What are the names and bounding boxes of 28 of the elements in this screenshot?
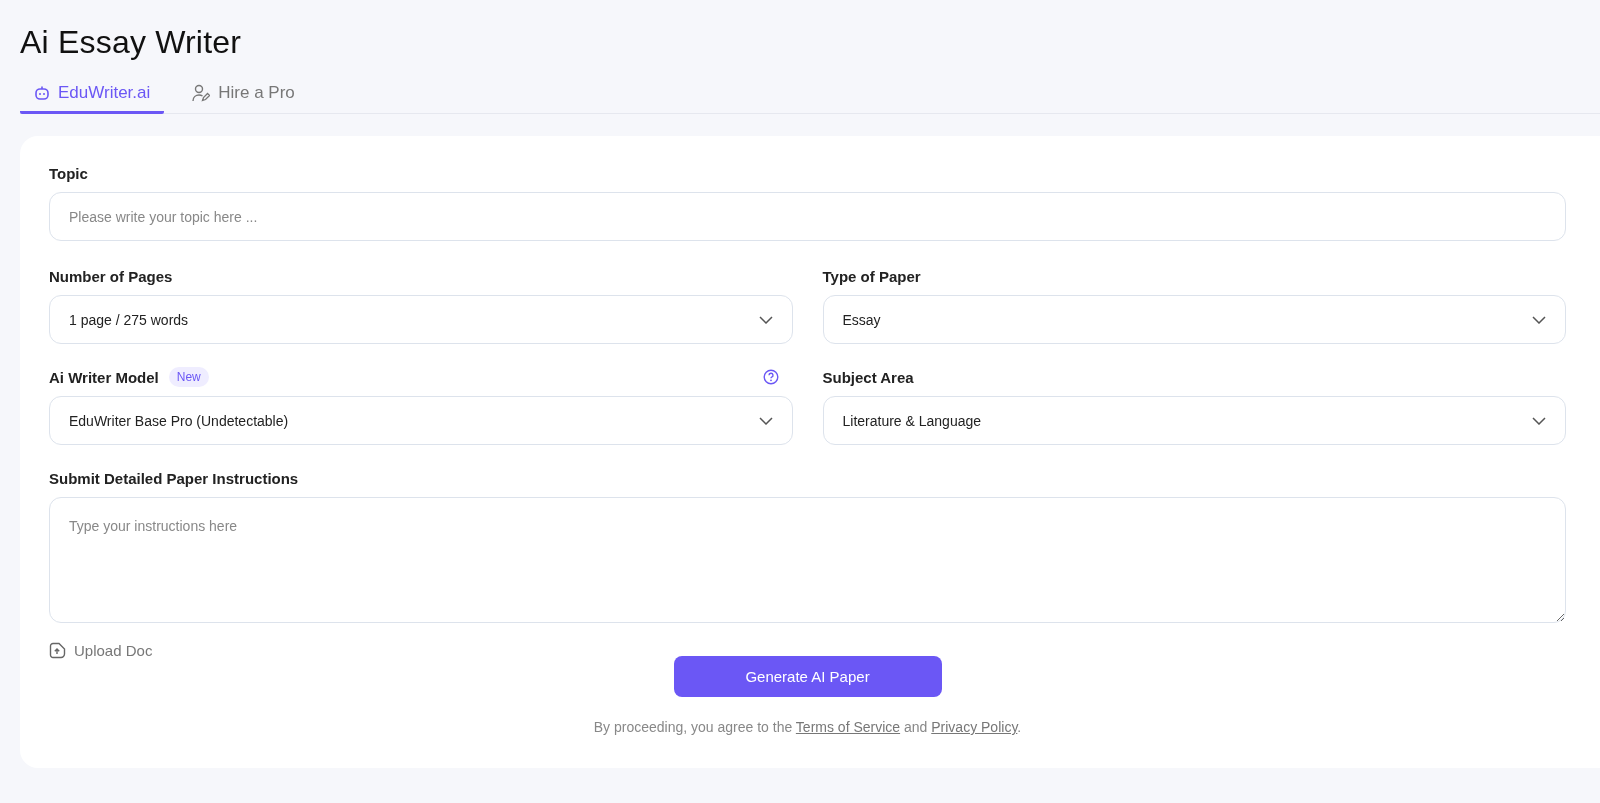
chevron-down-icon — [1532, 315, 1546, 324]
generate-button[interactable]: Generate AI Paper — [673, 656, 942, 697]
help-icon[interactable] — [762, 369, 779, 385]
select-field[interactable]: EduWriter Base Pro (Undetectable) — [49, 396, 793, 445]
topic-input[interactable]: Please write your topic here ... — [49, 192, 1566, 241]
field-label: Type of Paper — [822, 267, 921, 285]
field-label: Ai Writer Model — [49, 368, 159, 386]
upload-file-icon — [49, 642, 66, 659]
select-field[interactable]: 1 page / 275 words — [49, 295, 793, 344]
new-badge: New — [168, 367, 209, 387]
chevron-down-icon — [758, 416, 773, 425]
upload-doc-button[interactable]: Upload Doc — [49, 642, 153, 659]
chevron-down-icon — [758, 315, 773, 324]
terms-link[interactable]: Terms of Service — [795, 719, 901, 735]
tab[interactable]: Hire a Pro — [178, 75, 309, 114]
field-label: Topic — [49, 164, 88, 182]
tab[interactable]: EduWriter.ai — [20, 75, 165, 114]
chevron-down-icon — [1532, 416, 1546, 425]
field-label: Number of Pages — [49, 267, 173, 285]
robot-icon — [34, 85, 50, 101]
person-edit-icon — [192, 84, 211, 102]
instructions-textarea[interactable]: Type your instructions here — [49, 497, 1566, 623]
field-label: Subject Area — [822, 368, 914, 386]
select-field[interactable]: Essay — [822, 295, 1566, 344]
select-field[interactable]: Literature & Language — [822, 396, 1566, 445]
consent-text: By proceeding, you agree to the Terms of Service and Privacy Policy. — [592, 719, 1023, 735]
field-label: Submit Detailed Paper Instructions — [49, 469, 299, 487]
page-title: Ai Essay Writer — [20, 24, 243, 61]
